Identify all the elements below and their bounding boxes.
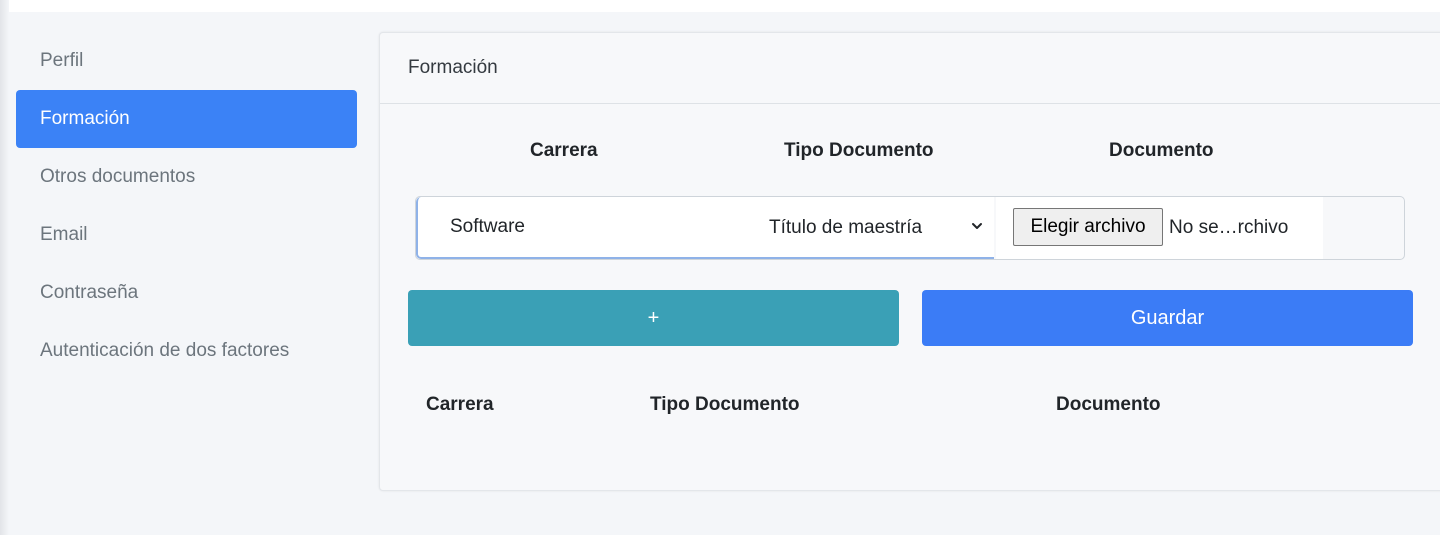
card-title: Formación [380,33,1440,104]
tipo-documento-select[interactable]: Título de maestría [750,197,994,259]
table-header-documento: Documento [1056,394,1161,415]
profile-settings-page: Perfil Formación Otros documentos Email … [0,0,1440,535]
documento-file-input: Elegir archivo No se…rchivo [996,197,1323,259]
sidebar-item-email[interactable]: Email [16,206,357,264]
sidebar-item-autenticacion[interactable]: Autenticación de dos factores [16,322,357,380]
chevron-down-icon [972,223,982,229]
formacion-card: Formación [379,32,1440,491]
top-band [9,0,1440,12]
form-header-tipo-documento: Tipo Documento [784,140,934,161]
form-header-documento: Documento [1109,140,1214,161]
table-header-tipo-documento: Tipo Documento [650,394,800,415]
sidebar-item-formacion[interactable]: Formación [16,90,357,148]
add-row-button[interactable]: + [408,290,899,346]
file-status-text: No se…rchivo [1169,217,1289,238]
settings-sidebar: Perfil Formación Otros documentos Email … [16,32,357,380]
carrera-input[interactable] [416,197,750,259]
form-header-carrera: Carrera [530,140,598,161]
sidebar-item-otros-documentos[interactable]: Otros documentos [16,148,357,206]
tipo-documento-selected-value: Título de maestría [769,217,923,238]
choose-file-button[interactable]: Elegir archivo [1013,208,1163,246]
formacion-input-row: Título de maestría Elegir archivo No se…… [415,196,1405,260]
sidebar-item-contrasena[interactable]: Contraseña [16,264,357,322]
table-header-carrera: Carrera [426,394,494,415]
save-button[interactable]: Guardar [922,290,1413,346]
left-edge-shadow [0,0,9,535]
sidebar-item-perfil[interactable]: Perfil [16,32,357,90]
